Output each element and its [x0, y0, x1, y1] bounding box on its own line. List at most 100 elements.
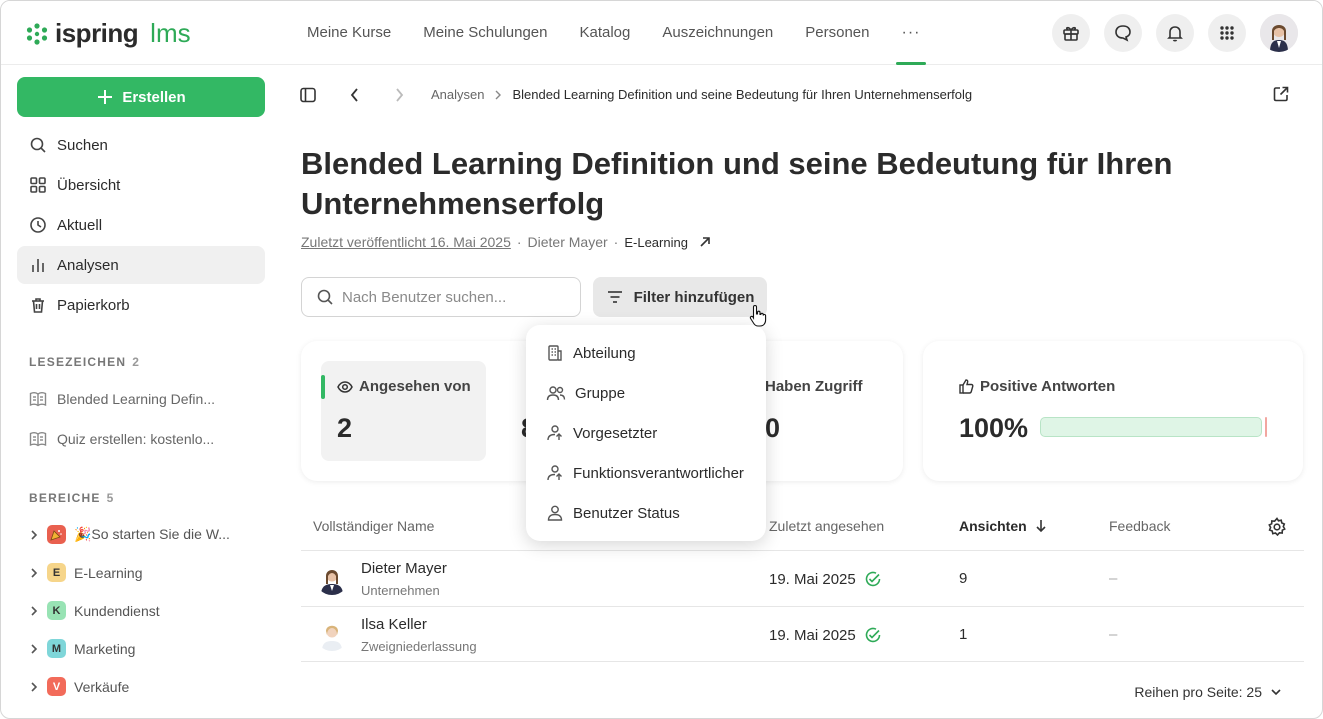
areas-count: 5	[106, 491, 115, 505]
forward-arrow-icon[interactable]	[393, 87, 405, 103]
table-row[interactable]: Dieter Mayer Unternehmen 19. Mai 2025 9 …	[301, 550, 1304, 606]
search-icon	[317, 289, 333, 305]
column-header-last-viewed[interactable]: Zuletzt angesehen	[769, 506, 884, 546]
positive-progress-bar	[1040, 417, 1262, 437]
add-filter-button[interactable]: Filter hinzufügen	[593, 277, 767, 317]
user-avatar[interactable]	[1260, 14, 1298, 52]
sidebar-item-label: Aktuell	[57, 216, 103, 234]
filter-option-funktionsverantwortlicher[interactable]: Funktionsverantwortlicher	[526, 453, 766, 493]
sidebar-item-aktuell[interactable]: Aktuell	[17, 206, 265, 244]
filter-option-label: Vorgesetzter	[573, 424, 658, 442]
chevron-right-icon	[31, 643, 38, 654]
nav-meine-schulungen[interactable]: Meine Schulungen	[407, 1, 563, 65]
filter-option-label: Abteilung	[573, 344, 636, 362]
clock-icon	[30, 217, 46, 233]
nav-auszeichnungen[interactable]: Auszeichnungen	[646, 1, 789, 65]
filter-option-label: Funktionsverantwortlicher	[573, 464, 744, 482]
bookmark-item[interactable]: Quiz erstellen: kostenlo...	[29, 431, 214, 447]
chat-icon	[1115, 25, 1131, 42]
user-name[interactable]: Ilsa Keller	[361, 616, 427, 633]
column-header-name[interactable]: Vollständiger Name	[313, 506, 434, 546]
meta-separator: ·	[516, 234, 522, 250]
apps-grid-icon	[1220, 26, 1234, 40]
column-header-views[interactable]: Ansichten	[959, 506, 1047, 546]
eye-icon	[337, 380, 353, 393]
bookmarks-header-label: LESEZEICHEN	[29, 355, 127, 369]
stat-viewed-label: Angesehen von	[359, 378, 471, 395]
breadcrumb-parent[interactable]: Analysen	[431, 87, 484, 102]
area-badge: E	[47, 563, 66, 582]
stat-access: Haben Zugriff	[765, 378, 863, 395]
chevron-right-icon	[31, 605, 38, 616]
user-name[interactable]: Dieter Mayer	[361, 560, 447, 577]
area-item-e-learning[interactable]: E E-Learning	[29, 563, 143, 582]
area-item-verkaeufe[interactable]: V Verkäufe	[29, 677, 129, 696]
area-badge: M	[47, 639, 66, 658]
back-arrow-icon[interactable]	[349, 87, 361, 103]
sidebar-item-label: Suchen	[57, 136, 108, 154]
area-item-kundendienst[interactable]: K Kundendienst	[29, 601, 160, 620]
sidebar-toggle-icon[interactable]	[299, 86, 317, 104]
last-viewed-cell: 19. Mai 2025	[769, 626, 882, 644]
bar-chart-icon	[32, 259, 44, 272]
sidebar-item-label: Übersicht	[57, 176, 121, 194]
ispring-logo-icon	[26, 22, 48, 45]
filter-option-abteilung[interactable]: Abteilung	[526, 333, 766, 373]
logo[interactable]: ispring lms	[25, 18, 191, 49]
apps-button[interactable]	[1208, 14, 1246, 52]
filter-option-benutzer-status[interactable]: Benutzer Status	[526, 493, 766, 533]
search-icon	[30, 137, 46, 153]
views-count: 1	[959, 626, 968, 643]
column-header-feedback[interactable]: Feedback	[1109, 506, 1170, 546]
area-label: Verkäufe	[74, 678, 130, 695]
check-circle-icon	[865, 627, 881, 643]
areas-header-label: BEREICHE	[29, 491, 101, 505]
published-date[interactable]: Zuletzt veröffentlicht 16. Mai 2025	[301, 234, 511, 250]
main-nav: Meine Kurse Meine Schulungen Katalog Aus…	[291, 1, 936, 65]
bookmark-item[interactable]: Blended Learning Defin...	[29, 391, 215, 407]
filter-dropdown-menu: Abteilung Gruppe Vorgesetzter Funktionsv…	[526, 325, 766, 541]
stat-positive-label: Positive Antworten	[980, 378, 1116, 395]
chat-button[interactable]	[1104, 14, 1142, 52]
bookmarks-header: LESEZEICHEN 2	[29, 355, 140, 369]
stat-viewed-box[interactable]: Angesehen von 2	[321, 361, 486, 461]
nav-more-button[interactable]: ···	[886, 1, 937, 65]
building-icon	[548, 345, 562, 361]
user-avatar-image	[1260, 14, 1298, 52]
area-link[interactable]: E-Learning	[624, 235, 688, 250]
negative-progress-tick	[1265, 417, 1267, 437]
area-item-so-starten[interactable]: 🎉So starten Sie die W...	[29, 525, 230, 544]
sidebar-item-suchen[interactable]: Suchen	[17, 126, 265, 164]
nav-katalog[interactable]: Katalog	[563, 1, 646, 65]
check-circle-icon	[865, 571, 881, 587]
search-input[interactable]	[342, 288, 562, 306]
arrow-up-right-icon[interactable]	[698, 235, 712, 249]
notifications-button[interactable]	[1156, 14, 1194, 52]
sidebar-item-uebersicht[interactable]: Übersicht	[17, 166, 265, 204]
logo-suffix: lms	[150, 18, 191, 48]
rows-per-page-select[interactable]: Reihen pro Seite: 25	[1134, 684, 1282, 700]
gift-button[interactable]	[1052, 14, 1090, 52]
user-search[interactable]	[301, 277, 581, 317]
filter-option-vorgesetzter[interactable]: Vorgesetzter	[526, 413, 766, 453]
breadcrumb-current: Blended Learning Definition und seine Be…	[512, 87, 973, 102]
chevron-right-icon	[31, 681, 38, 692]
feedback-value: –	[1109, 626, 1118, 643]
area-label: Kundendienst	[74, 602, 160, 619]
external-link-icon[interactable]	[1272, 85, 1290, 103]
nav-meine-kurse[interactable]: Meine Kurse	[291, 1, 407, 65]
sidebar-item-analysen[interactable]: Analysen	[17, 246, 265, 284]
table-row[interactable]: Ilsa Keller Zweigniederlassung 19. Mai 2…	[301, 606, 1304, 662]
gear-icon[interactable]	[1267, 517, 1287, 537]
area-item-marketing[interactable]: M Marketing	[29, 639, 135, 658]
thumbs-up-icon	[959, 379, 974, 394]
create-button[interactable]: Erstellen	[17, 77, 265, 117]
sidebar-item-label: Analysen	[57, 256, 119, 274]
sidebar-item-papierkorb[interactable]: Papierkorb	[17, 286, 265, 324]
bookmarks-count: 2	[132, 355, 141, 369]
filter-option-gruppe[interactable]: Gruppe	[526, 373, 766, 413]
logo-text: ispring	[55, 18, 139, 48]
nav-personen[interactable]: Personen	[789, 1, 885, 65]
stat-access-value: 0	[765, 413, 781, 443]
area-badge: K	[47, 601, 66, 620]
